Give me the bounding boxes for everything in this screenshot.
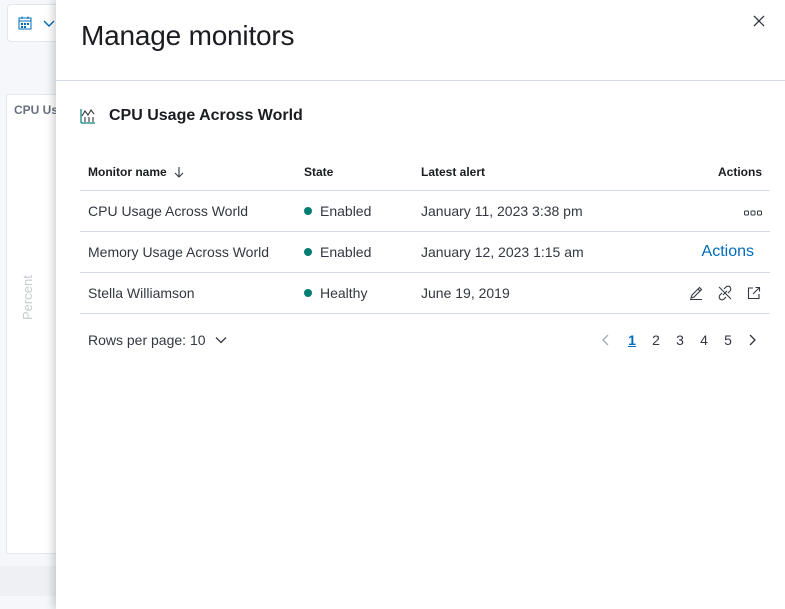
- table-row: CPU Usage Across World Enabled January 1…: [80, 190, 770, 232]
- page-link-3[interactable]: 3: [668, 332, 692, 348]
- background-footer-strip: [0, 566, 60, 596]
- calendar-icon: [18, 16, 32, 30]
- latest-alert-cell: June 19, 2019: [413, 272, 643, 314]
- state-cell: Enabled: [296, 190, 413, 232]
- status-dot-icon: [304, 247, 312, 256]
- monitor-name-cell: Stella Williamson: [80, 272, 296, 314]
- table-pagination: Rows per page: 10 1 2 3 4 5: [80, 330, 770, 352]
- sort-arrow-down-icon: [174, 166, 184, 178]
- monitor-name-cell: Memory Usage Across World: [80, 231, 296, 273]
- page-link-5[interactable]: 5: [716, 332, 740, 348]
- flyout-header: Manage monitors: [56, 0, 785, 81]
- monitors-table: Monitor name State Latest alert Actions …: [80, 154, 770, 314]
- status-dot-icon: [304, 288, 312, 297]
- section-header: CPU Usage Across World: [80, 107, 303, 125]
- actions-cell: [643, 190, 770, 232]
- column-header-latest-alert: Latest alert: [413, 154, 643, 191]
- chart-icon: [80, 109, 95, 124]
- background-y-axis-label: Percent: [20, 275, 35, 320]
- unlink-icon[interactable]: [717, 285, 733, 301]
- chevron-left-icon[interactable]: [600, 333, 612, 347]
- external-link-icon[interactable]: [746, 285, 762, 301]
- more-options-icon[interactable]: [744, 210, 762, 216]
- column-header-monitor-name[interactable]: Monitor name: [80, 154, 296, 191]
- page-link-1[interactable]: 1: [620, 332, 644, 348]
- status-dot-icon: [304, 206, 312, 215]
- chevron-down-icon: [43, 20, 55, 27]
- page-link-2[interactable]: 2: [644, 332, 668, 348]
- column-header-actions: Actions: [643, 154, 770, 191]
- actions-link[interactable]: Actions: [702, 243, 754, 260]
- latest-alert-cell: January 11, 2023 3:38 pm: [413, 190, 643, 232]
- background-panel-title: CPU Us: [14, 103, 59, 117]
- state-label: Healthy: [320, 284, 368, 301]
- state-cell: Healthy: [296, 272, 413, 314]
- state-cell: Enabled: [296, 231, 413, 273]
- page-link-4[interactable]: 4: [692, 332, 716, 348]
- rows-per-page-label: Rows per page: 10: [88, 332, 206, 348]
- page-links: 1 2 3 4 5: [600, 332, 758, 348]
- manage-monitors-flyout: Manage monitors CPU Usage Across World M…: [56, 0, 785, 609]
- column-header-state: State: [296, 154, 413, 191]
- chevron-down-icon: [215, 337, 226, 344]
- actions-cell: Actions: [643, 231, 770, 273]
- table-header-row: Monitor name State Latest alert Actions: [80, 154, 770, 191]
- table-row: Stella Williamson Healthy June 19, 2019: [80, 272, 770, 314]
- close-icon[interactable]: [751, 13, 767, 29]
- rows-per-page-button[interactable]: Rows per page: 10: [88, 332, 228, 348]
- state-label: Enabled: [320, 243, 372, 260]
- section-title: CPU Usage Across World: [109, 107, 303, 124]
- monitor-name-cell: CPU Usage Across World: [80, 190, 296, 232]
- latest-alert-cell: January 12, 2023 1:15 am: [413, 231, 643, 273]
- pencil-icon[interactable]: [688, 285, 704, 301]
- actions-cell: [643, 272, 770, 314]
- table-row: Memory Usage Across World Enabled Januar…: [80, 231, 770, 273]
- state-label: Enabled: [320, 202, 372, 219]
- flyout-title: Manage monitors: [81, 20, 295, 51]
- chevron-right-icon[interactable]: [746, 333, 758, 347]
